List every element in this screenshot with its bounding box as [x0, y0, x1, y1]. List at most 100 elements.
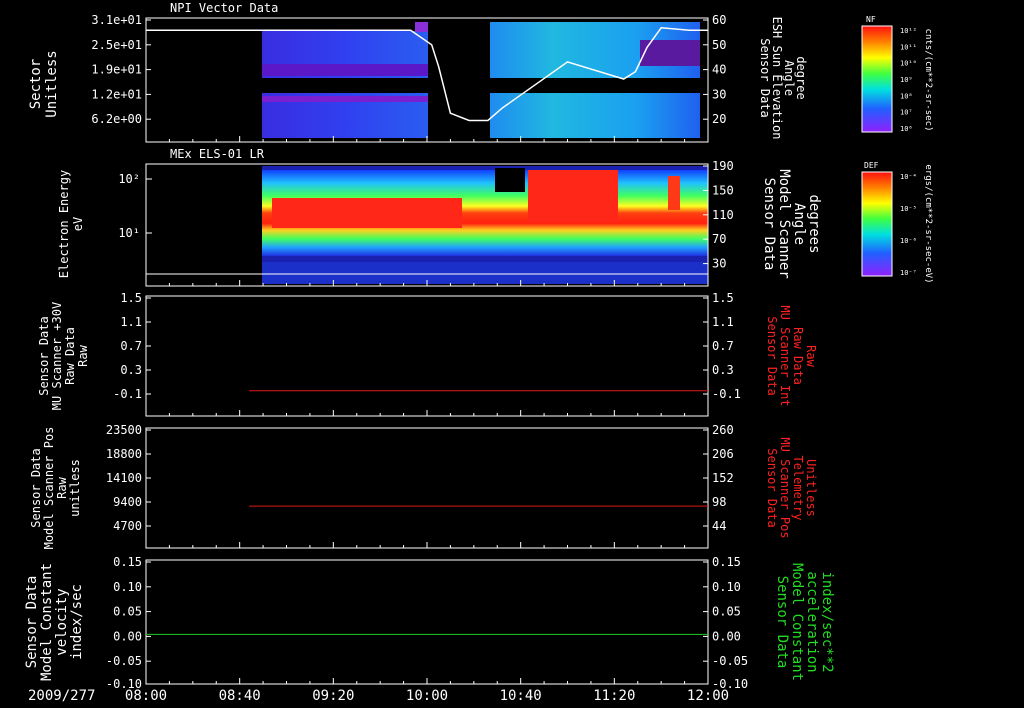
els-hot-band-1 [272, 198, 462, 228]
panel-3-ylabel-0: Sensor Data [37, 316, 51, 395]
y-tick-label: 1.2e+01 [91, 87, 142, 101]
y2-tick-label: 0.3 [712, 363, 734, 377]
y2-tick-label: 30 [712, 87, 726, 101]
panel-4-ylabel-3: unitless [68, 459, 82, 517]
y2-tick-label: 70 [712, 232, 726, 246]
y2-tick-label: 0.7 [712, 339, 734, 353]
x-tick-label: 08:40 [219, 688, 261, 704]
els-lower-noise [262, 262, 708, 284]
panel-npi-title: NPI Vector Data [170, 1, 278, 15]
panel-5-ylabel-1: Model Constant [39, 563, 55, 681]
panel-4-ylabel-2: Raw [55, 476, 69, 498]
colorbar-tick-label: 10⁻⁶ [900, 237, 917, 245]
y2-tick-label: 30 [712, 257, 726, 271]
panel-5-ylabel-right-1: Model Constant [789, 563, 805, 681]
panel-3-ylabel-right-1: MU Scanner Int [778, 305, 792, 406]
y-tick-label: 18800 [106, 447, 142, 461]
colorbar-els-tag: DEF [864, 161, 879, 170]
colorbar-els-gradient [861, 171, 893, 277]
els-ylabel-right-1: Model Scanner [776, 169, 792, 279]
y2-tick-label: 152 [712, 471, 734, 485]
colorbar-npi-gradient [861, 25, 893, 133]
npi-data-block-1-gap [262, 78, 428, 93]
npi-ylabel-right-1: ESH Sun Elevation [770, 17, 784, 140]
y2-tick-label: 1.5 [712, 291, 734, 305]
y-tick-label: 9400 [113, 495, 142, 509]
y2-tick-label: 190 [712, 159, 734, 173]
y-tick-label: 0.00 [113, 629, 142, 643]
colorbar-tick-label: 10⁻⁴ [900, 173, 917, 181]
colorbar-els-label: ergs/(cm**2-sr-sec-eV) [923, 164, 933, 283]
y-tick-label: 1.5 [120, 291, 142, 305]
panel-5-y2-ticks: 0.150.100.050.00-0.05-0.10 [703, 555, 748, 691]
panel-4-ylabel-right-0: Sensor Data [765, 448, 779, 527]
panel-model-constant: 0.150.100.050.00-0.05-0.10 0.150.100.050… [24, 555, 835, 691]
y2-tick-label: 98 [712, 495, 726, 509]
colorbar-npi-ticks: 10¹² 10¹¹ 10¹⁰ 10⁹ 10⁸ 10⁷ 10⁶ [900, 27, 917, 133]
colorbar-tick-label: 10⁹ [900, 76, 913, 84]
els-spectrogram [262, 166, 708, 284]
y-tick-label: 0.7 [120, 339, 142, 353]
npi-data-block-1-band [262, 96, 428, 102]
els-ylabel-0: Electron Energy [57, 170, 71, 278]
panel-3-ylabel-right-3: Raw [804, 345, 818, 367]
panel-3-y2-ticks: 1.5 1.1 0.7 0.3 -0.1 [703, 291, 741, 401]
colorbar-npi-tag: NF [866, 15, 876, 24]
y2-tick-label: 50 [712, 38, 726, 52]
y2-tick-label: 0.00 [712, 629, 741, 643]
panel-3-ylabel-1: MU Scanner +30V [50, 302, 64, 410]
npi-data-edge-left [415, 22, 428, 32]
y2-tick-label: -0.1 [712, 387, 741, 401]
panel-4-y-ticks: 23500 18800 14100 9400 4700 [106, 423, 151, 533]
y2-tick-label: 1.1 [712, 315, 734, 329]
x-tick-label: 10:40 [500, 688, 542, 704]
panel-5-ylabel-right-2: acceleration [804, 571, 820, 672]
colorbar-tick-label: 10⁶ [900, 125, 913, 133]
y2-tick-label: 0.05 [712, 605, 741, 619]
y2-tick-label: 20 [712, 112, 726, 126]
panel-4-ylabel-right-1: MU Scanner Pos [778, 437, 792, 538]
els-ylabel-right-3: degrees [806, 194, 822, 253]
npi-data-block-1-stripe [262, 64, 428, 76]
y-tick-label: 0.15 [113, 555, 142, 569]
y2-tick-label: -0.05 [712, 654, 748, 668]
els-hot-band-3 [668, 176, 680, 210]
panel-mu-scanner-voltage: 1.5 1.1 0.7 0.3 -0.1 1.5 1.1 0.7 0.3 -0.1 Sensor… [37, 291, 818, 417]
colorbar-els-ticks: 10⁻⁴ 10⁻⁵ 10⁻⁶ 10⁻⁷ [900, 173, 917, 277]
panel-4-ylabel-right-2: Telemetry [791, 455, 805, 520]
y2-tick-label: 110 [712, 208, 734, 222]
colorbar-els: DEF 10⁻⁴ 10⁻⁵ 10⁻⁶ 10⁻⁷ ergs/(cm**2-sr-sec-… [861, 161, 933, 284]
els-ytick-label: 10¹ [118, 226, 140, 240]
npi-ylabel-1: Unitless [44, 50, 60, 117]
y2-tick-label: 0.15 [712, 555, 741, 569]
x-tick-label: 10:00 [406, 688, 448, 704]
y-tick-label: 4700 [113, 519, 142, 533]
y-tick-label: 2.5e+01 [91, 38, 142, 52]
x-tick-label: 09:20 [312, 688, 354, 704]
panel-3-ylabel-right-0: Sensor Data [765, 316, 779, 395]
x-tick-label: 11:20 [593, 688, 635, 704]
colorbar-tick-label: 10¹² [900, 27, 917, 35]
colorbar-tick-label: 10⁸ [900, 92, 913, 100]
panel-4-ylabel-0: Sensor Data [29, 448, 43, 527]
panel-5-frame [145, 559, 709, 685]
panel-5-ylabel-3: index/sec [69, 584, 85, 660]
els-ylabel-right-2: Angle [791, 203, 807, 245]
els-dark-gap [495, 168, 525, 192]
x-tick-label: 08:00 [125, 688, 167, 704]
els-ylabel-right-0: Sensor Data [761, 178, 777, 271]
y-tick-label: 1.9e+01 [91, 63, 142, 77]
panel-5-y-ticks: 0.150.100.050.00-0.05-0.10 [106, 555, 151, 691]
y-tick-label: 3.1e+01 [91, 13, 142, 27]
colorbar-tick-label: 10¹¹ [900, 43, 917, 51]
panel-3-frame [145, 295, 709, 417]
colorbar-npi: NF 10¹² 10¹¹ 10¹⁰ 10⁹ 10⁸ 10⁷ 10⁶ cnts/(cm**2-… [861, 15, 933, 133]
y2-tick-label: 206 [712, 447, 734, 461]
npi-data-block-2-gap [490, 78, 700, 93]
stacked-time-series-plot: NPI Vector Data 3.1e+01 2.5e+01 1.9e+01 1.2… [24, 1, 933, 704]
panel-5-ylabel-0: Sensor Data [24, 576, 40, 669]
y-tick-label: 14100 [106, 471, 142, 485]
y-tick-label: 0.05 [113, 605, 142, 619]
y-tick-label: -0.05 [106, 654, 142, 668]
npi-ylabel-right-0: Sensor Data [758, 38, 772, 117]
